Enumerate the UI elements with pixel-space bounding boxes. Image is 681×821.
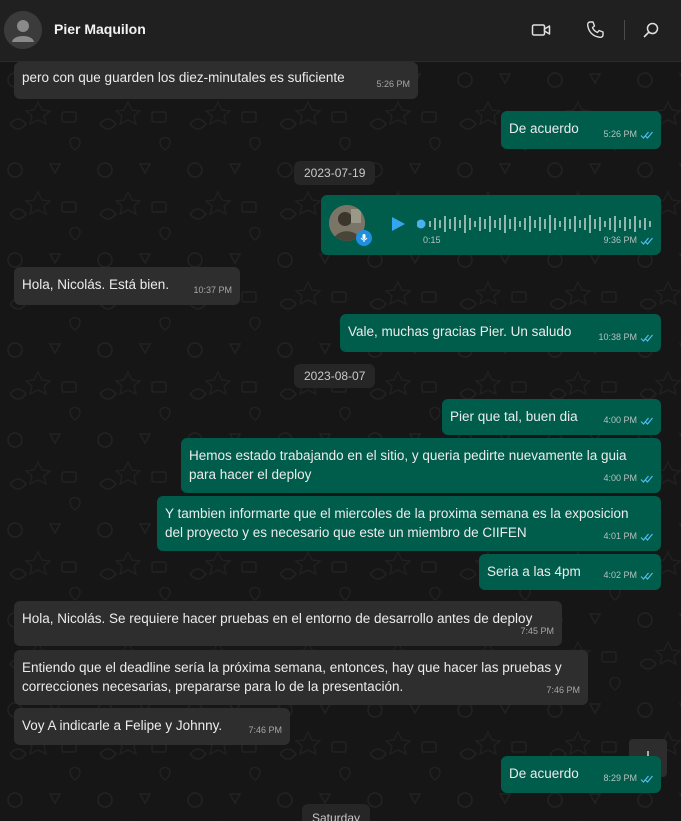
message-text: pero con que guarden los diez-minutales …: [22, 70, 345, 85]
contact-avatar[interactable]: [4, 11, 42, 49]
play-icon[interactable]: [389, 215, 407, 233]
message-outgoing[interactable]: De acuerdo 5:26 PM: [501, 111, 661, 149]
message-time: 4:01 PM: [603, 531, 637, 541]
double-check-icon: [640, 533, 653, 541]
message-incoming[interactable]: pero con que guarden los diez-minutales …: [14, 62, 418, 99]
message-text: Hola, Nicolás. Se requiere hacer pruebas…: [22, 611, 533, 626]
message-text-line: para hacer el deploy: [189, 467, 312, 482]
double-check-icon: [640, 131, 653, 139]
message-time: 10:38 PM: [598, 332, 637, 342]
message-time: 7:45 PM: [520, 626, 554, 636]
date-separator: 2023-07-19: [294, 161, 376, 185]
voice-duration: 0:15: [423, 235, 441, 245]
search-icon[interactable]: [640, 19, 662, 41]
message-time: 7:46 PM: [248, 725, 282, 735]
message-time: 4:00 PM: [603, 473, 637, 483]
date-separator: Saturday: [302, 804, 371, 821]
double-check-icon: [640, 775, 653, 783]
message-outgoing[interactable]: De acuerdo 8:29 PM: [501, 756, 661, 793]
header-divider: [624, 20, 625, 40]
phone-icon[interactable]: [584, 19, 606, 41]
message-outgoing[interactable]: Hemos estado trabajando en el sitio, y q…: [181, 438, 661, 493]
message-incoming[interactable]: Voy A indicarle a Felipe y Johnny. 7:46 …: [14, 708, 290, 745]
message-time: 5:26 PM: [603, 129, 637, 139]
message-time: 10:37 PM: [193, 285, 232, 295]
double-check-icon: [640, 572, 653, 580]
message-text: Voy A indicarle a Felipe y Johnny.: [22, 718, 223, 733]
contact-name[interactable]: Pier Maquilon: [54, 21, 146, 37]
mic-icon: [356, 230, 372, 246]
message-text-line: correcciones necesarias, prepararse para…: [22, 679, 404, 694]
default-avatar-icon: [4, 11, 42, 49]
video-call-icon[interactable]: [530, 19, 552, 41]
message-time: 4:02 PM: [603, 570, 637, 580]
voice-message[interactable]: 0:15 9:36 PM: [321, 195, 661, 255]
message-incoming[interactable]: Entiendo que el deadline sería la próxim…: [14, 650, 588, 705]
message-time: 8:29 PM: [603, 773, 637, 783]
message-time: 9:36 PM: [603, 235, 637, 245]
double-check-icon: [640, 475, 653, 483]
chat-header: Pier Maquilon: [0, 0, 681, 62]
message-outgoing[interactable]: Y tambien informarte que el miercoles de…: [157, 496, 661, 551]
message-text-line: del proyecto y es necesario que este un …: [165, 525, 527, 540]
double-check-icon: [640, 237, 653, 245]
message-time: 7:46 PM: [546, 685, 580, 695]
conversation-panel[interactable]: pero con que guarden los diez-minutales …: [0, 62, 681, 821]
message-outgoing[interactable]: Vale, muchas gracias Pier. Un saludo 10:…: [340, 314, 661, 352]
double-check-icon: [640, 417, 653, 425]
date-separator: 2023-08-07: [294, 364, 376, 388]
message-text-line: Entiendo que el deadline sería la próxim…: [22, 660, 562, 675]
message-outgoing[interactable]: Pier que tal, buen dia 4:00 PM: [442, 399, 661, 435]
message-outgoing[interactable]: Seria a las 4pm 4:02 PM: [479, 554, 661, 590]
message-incoming[interactable]: Hola, Nicolás. Se requiere hacer pruebas…: [14, 601, 562, 646]
message-text-line: Y tambien informarte que el miercoles de…: [165, 506, 629, 521]
message-incoming[interactable]: Hola, Nicolás. Está bien. 10:37 PM: [14, 267, 240, 305]
message-time: 4:00 PM: [603, 415, 637, 425]
double-check-icon: [640, 334, 653, 342]
message-text-line: Hemos estado trabajando en el sitio, y q…: [189, 448, 627, 463]
message-time: 5:26 PM: [376, 79, 410, 89]
